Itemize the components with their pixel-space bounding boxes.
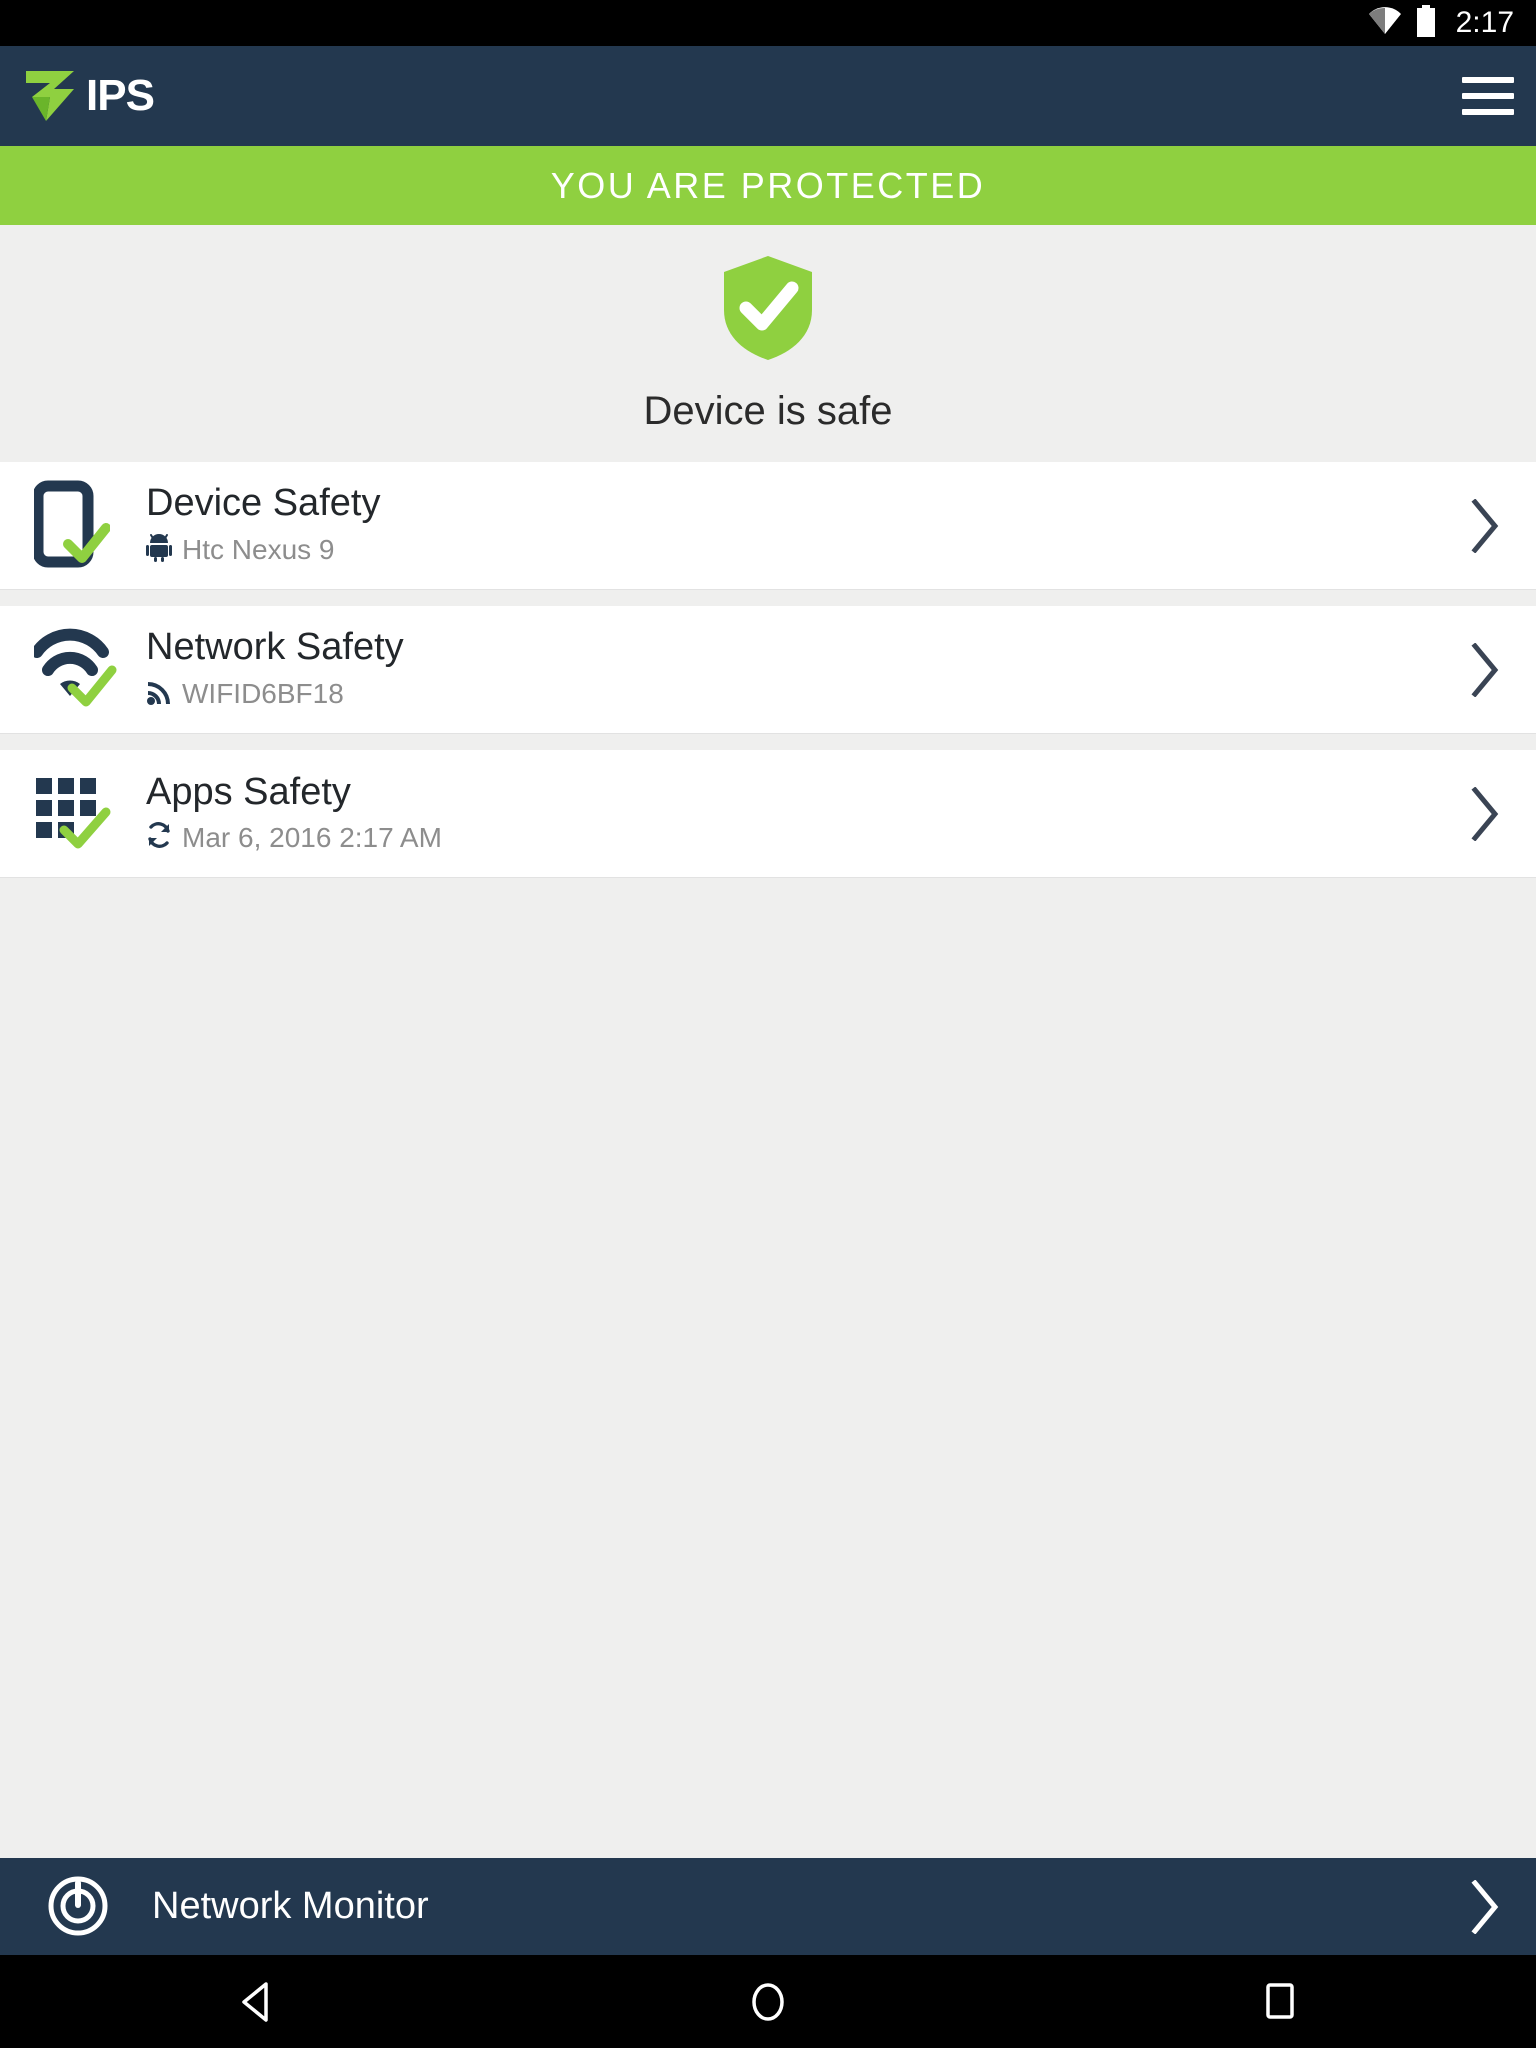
apps-grid-check-icon — [34, 772, 132, 856]
app-brand: IPS — [20, 63, 155, 130]
chevron-right-icon[interactable] — [1462, 642, 1508, 697]
hamburger-bar — [1462, 109, 1514, 115]
network-monitor-label: Network Monitor — [152, 1885, 429, 1927]
network-monitor-bar[interactable]: Network Monitor — [0, 1858, 1536, 1955]
list-item-content: Apps Safety Mar 6, 2016 2:17 AM — [132, 773, 1462, 854]
hamburger-bar — [1462, 93, 1514, 99]
shield-check-icon — [720, 254, 816, 367]
recents-square-icon[interactable] — [1180, 1979, 1380, 2025]
list-item-subtitle-row: Htc Nexus 9 — [146, 532, 1462, 567]
list-item-title: Device Safety — [146, 482, 381, 524]
back-triangle-icon[interactable] — [156, 1980, 356, 2024]
list-item-device-safety[interactable]: Device Safety Htc Nexus 9 — [0, 462, 1536, 590]
hamburger-menu-icon[interactable] — [1462, 77, 1514, 115]
protection-status-banner: YOU ARE PROTECTED — [0, 146, 1536, 225]
list-item-content: Device Safety Htc Nexus 9 — [132, 484, 1462, 567]
app-brand-text: IPS — [86, 71, 155, 120]
list-item-subtitle: Htc Nexus 9 — [182, 533, 335, 565]
list-item-subtitle: WIFID6BF18 — [182, 677, 344, 709]
empty-content-area — [0, 878, 1536, 1858]
device-status-hero: Device is safe — [0, 225, 1536, 462]
home-circle-icon[interactable] — [668, 1978, 868, 2026]
device-status-caption: Device is safe — [643, 388, 893, 433]
list-item-content: Network Safety WIFID6BF18 — [132, 628, 1462, 711]
list-separator — [0, 590, 1536, 606]
list-item-subtitle-row: WIFID6BF18 — [146, 676, 1462, 711]
wifi-check-icon — [34, 626, 132, 714]
status-bar-clock: 2:17 — [1455, 6, 1514, 39]
wifi-icon — [1368, 6, 1402, 40]
list-item-title: Apps Safety — [146, 771, 351, 813]
hamburger-bar — [1462, 77, 1514, 83]
safety-list: Device Safety Htc Nexus 9 Network Safety… — [0, 462, 1536, 878]
status-bar-icons: 2:17 — [1368, 4, 1514, 42]
chevron-right-icon[interactable] — [1462, 1879, 1508, 1934]
battery-icon — [1416, 4, 1436, 42]
list-item-subtitle: Mar 6, 2016 2:17 AM — [182, 821, 442, 853]
app-screen: 2:17 IPS YOU ARE PROTECTED Device is saf… — [0, 0, 1536, 2048]
list-item-network-safety[interactable]: Network Safety WIFID6BF18 — [0, 606, 1536, 734]
refresh-sync-icon — [146, 821, 172, 854]
chevron-right-icon[interactable] — [1462, 786, 1508, 841]
list-separator — [0, 734, 1536, 750]
android-navigation-bar — [0, 1955, 1536, 2048]
list-item-title: Network Safety — [146, 626, 404, 668]
protection-status-text: YOU ARE PROTECTED — [550, 164, 986, 206]
list-item-apps-safety[interactable]: Apps Safety Mar 6, 2016 2:17 AM — [0, 750, 1536, 878]
radar-target-icon — [46, 1872, 110, 1941]
chevron-right-icon[interactable] — [1462, 498, 1508, 553]
android-robot-icon — [146, 532, 172, 567]
zimperium-z-logo-icon — [20, 63, 80, 130]
list-item-subtitle-row: Mar 6, 2016 2:17 AM — [146, 821, 1462, 854]
app-header-bar: IPS — [0, 46, 1536, 146]
system-status-bar: 2:17 — [0, 0, 1536, 46]
signal-waves-icon — [146, 676, 172, 711]
phone-check-icon — [34, 480, 132, 572]
